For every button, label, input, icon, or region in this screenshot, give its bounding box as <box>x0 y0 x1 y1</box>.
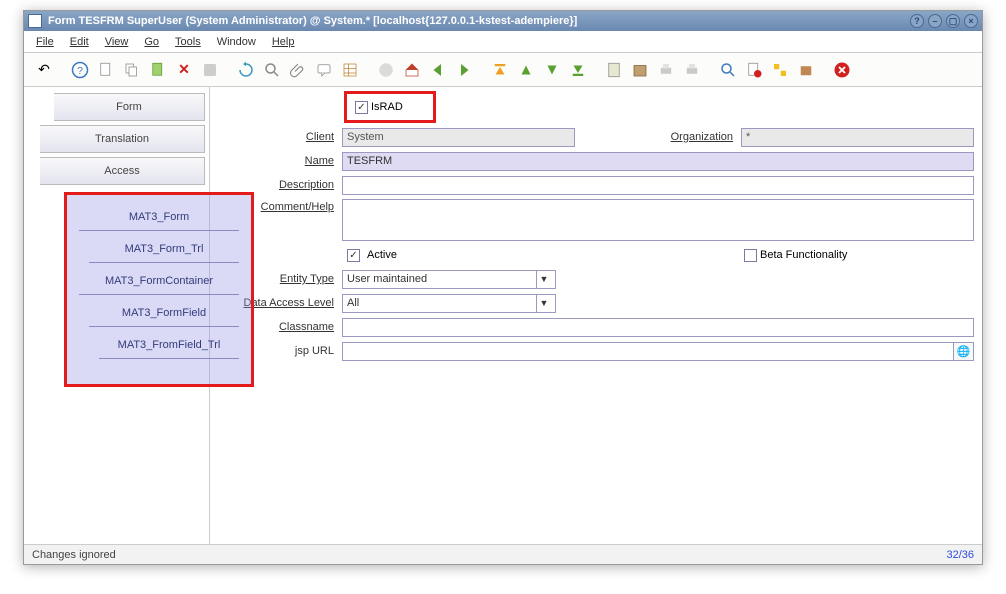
menu-help[interactable]: Help <box>266 34 301 50</box>
jsp-url-field[interactable] <box>342 342 954 361</box>
save-icon[interactable] <box>198 58 222 82</box>
nav-back-icon[interactable] <box>426 58 450 82</box>
subtab-mat3-formfield[interactable]: MAT3_FormField <box>89 299 239 327</box>
comment-field[interactable] <box>342 199 974 241</box>
subtab-mat3-formcontainer[interactable]: MAT3_FormContainer <box>79 267 239 295</box>
israd-label: IsRAD <box>371 101 403 113</box>
delete-red-icon[interactable]: ✕ <box>172 58 196 82</box>
beta-checkbox[interactable] <box>744 249 757 262</box>
entity-type-select[interactable]: User maintained ▼ <box>342 270 556 289</box>
close-window-button[interactable]: × <box>964 14 978 28</box>
organization-field[interactable] <box>741 128 974 147</box>
israd-checkbox[interactable] <box>355 101 368 114</box>
archive-icon[interactable] <box>628 58 652 82</box>
print-icon[interactable] <box>654 58 678 82</box>
menu-tools[interactable]: Tools <box>169 34 207 50</box>
maximize-window-button[interactable]: ▢ <box>946 14 960 28</box>
copy-icon[interactable] <box>120 58 144 82</box>
menu-file[interactable]: File <box>30 34 60 50</box>
chevron-down-icon: ▼ <box>536 271 551 288</box>
data-access-select[interactable]: All ▼ <box>342 294 556 313</box>
help-icon[interactable]: ? <box>68 58 92 82</box>
active-label: Active <box>367 249 397 261</box>
workflow-icon[interactable] <box>768 58 792 82</box>
organization-label: Organization <box>623 131 737 143</box>
name-field[interactable] <box>342 152 974 171</box>
window-title: Form TESFRM SuperUser (System Administra… <box>48 15 910 27</box>
tab-access[interactable]: Access <box>40 157 205 185</box>
menu-go[interactable]: Go <box>138 34 165 50</box>
minimize-window-button[interactable]: – <box>928 14 942 28</box>
history-icon[interactable] <box>374 58 398 82</box>
request-icon[interactable] <box>742 58 766 82</box>
chat-icon[interactable] <box>312 58 336 82</box>
highlighted-tabs-box: MAT3_Form MAT3_Form_Trl MAT3_FormContain… <box>64 192 254 387</box>
first-record-icon[interactable] <box>488 58 512 82</box>
subtab-mat3-form[interactable]: MAT3_Form <box>79 203 239 231</box>
form-area: IsRAD Client Organization Name Descripti… <box>210 87 982 544</box>
active-checkbox[interactable] <box>347 249 360 262</box>
israd-highlight-box: IsRAD <box>344 91 436 123</box>
home-icon[interactable] <box>400 58 424 82</box>
status-message: Changes ignored <box>32 549 116 561</box>
zoom-icon[interactable] <box>716 58 740 82</box>
next-record-icon[interactable] <box>540 58 564 82</box>
grid-icon[interactable] <box>338 58 362 82</box>
tab-translation[interactable]: Translation <box>40 125 205 153</box>
toolbar: ↶ ? ✕ <box>24 53 982 87</box>
undo-icon[interactable]: ↶ <box>32 58 56 82</box>
client-field[interactable] <box>342 128 575 147</box>
menu-edit[interactable]: Edit <box>64 34 95 50</box>
search-icon[interactable] <box>260 58 284 82</box>
beta-label: Beta Functionality <box>760 249 847 261</box>
delete-icon[interactable] <box>146 58 170 82</box>
status-bar: Changes ignored 32/36 <box>24 544 982 564</box>
sidebar: Form Translation Access MAT3_Form MAT3_F… <box>24 87 210 544</box>
chevron-down-icon: ▼ <box>536 295 551 312</box>
globe-icon[interactable]: 🌐 <box>954 342 974 361</box>
last-record-icon[interactable] <box>566 58 590 82</box>
subtab-mat3-fromfield-trl[interactable]: MAT3_FromField_Trl <box>99 331 239 359</box>
record-counter: 32/36 <box>946 549 974 561</box>
name-label: Name <box>218 155 338 167</box>
app-icon <box>28 14 42 28</box>
refresh-icon[interactable] <box>234 58 258 82</box>
description-field[interactable] <box>342 176 974 195</box>
nav-forward-icon[interactable] <box>452 58 476 82</box>
product-icon[interactable] <box>794 58 818 82</box>
print2-icon[interactable] <box>680 58 704 82</box>
data-access-value: All <box>347 297 359 309</box>
description-label: Description <box>218 179 338 191</box>
report-icon[interactable] <box>602 58 626 82</box>
entity-type-value: User maintained <box>347 273 427 285</box>
help-window-button[interactable]: ? <box>910 14 924 28</box>
menu-window[interactable]: Window <box>211 34 262 50</box>
menu-view[interactable]: View <box>99 34 135 50</box>
attachment-icon[interactable] <box>286 58 310 82</box>
title-bar: Form TESFRM SuperUser (System Administra… <box>24 11 982 31</box>
subtab-mat3-form-trl[interactable]: MAT3_Form_Trl <box>89 235 239 263</box>
new-icon[interactable] <box>94 58 118 82</box>
tab-form[interactable]: Form <box>54 93 205 121</box>
classname-field[interactable] <box>342 318 974 337</box>
svg-text:?: ? <box>77 64 83 76</box>
client-label: Client <box>218 131 338 143</box>
prev-record-icon[interactable] <box>514 58 538 82</box>
menu-bar: File Edit View Go Tools Window Help <box>24 31 982 53</box>
close-red-icon[interactable] <box>830 58 854 82</box>
